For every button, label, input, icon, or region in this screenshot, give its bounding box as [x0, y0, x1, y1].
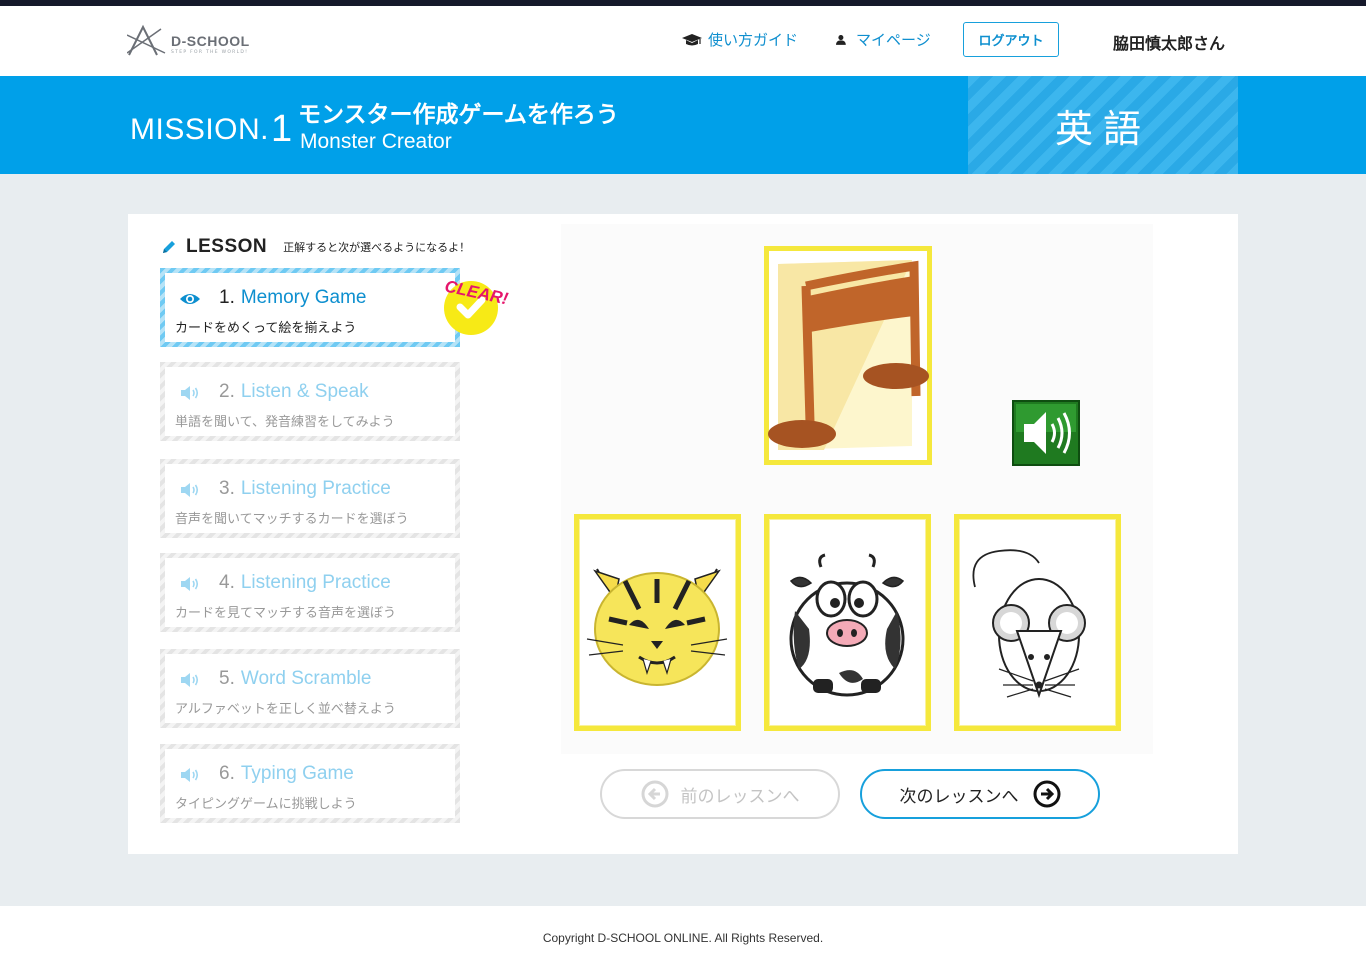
prev-lesson-button[interactable]: 前のレッスンへ: [600, 769, 840, 819]
logout-button[interactable]: ログアウト: [963, 22, 1059, 57]
cow-icon: [789, 553, 905, 697]
lesson-desc: タイピングゲームに挑戦しよう: [175, 797, 357, 812]
user-icon: [836, 34, 846, 45]
question-card: [764, 246, 932, 465]
subject-label: 英語: [968, 76, 1238, 174]
username: 脇田慎太郎さん: [1113, 34, 1226, 53]
prev-lesson-label: 前のレッスンへ: [680, 786, 800, 807]
speaker-icon: [181, 386, 199, 400]
arrow-right-circle-icon: [1033, 780, 1060, 808]
lesson-name: Word Scramble: [240, 668, 372, 689]
nav-guide-link[interactable]: 使い方ガイド: [682, 29, 798, 50]
lesson-item-1[interactable]: 1. Memory Game カードをめくって絵を揃えよう: [160, 268, 460, 347]
music-note-icon: [764, 246, 932, 465]
next-lesson-label: 次のレッスンへ: [899, 786, 1019, 807]
choice-card-cow[interactable]: [764, 514, 931, 731]
lesson-desc: カードを見てマッチする音声を選ぼう: [175, 606, 397, 621]
mission-subtitle: Monster Creator: [300, 130, 452, 153]
choice-card-tiger[interactable]: [574, 514, 741, 731]
lesson-title: 3. Listening Practice: [219, 478, 391, 500]
nav-mypage-label: マイページ: [856, 31, 931, 49]
mouse-icon: [972, 549, 1086, 699]
lesson-number: 5.: [219, 668, 235, 689]
lesson-item-6[interactable]: 6. Typing Game タイピングゲームに挑戦しよう: [160, 744, 460, 823]
mission-label: MISSION.1: [130, 106, 293, 150]
lesson-name: Listening Practice: [240, 478, 391, 499]
logo[interactable]: D-SCHOOL STEP FOR THE WORLD!: [127, 23, 273, 59]
lesson-number: 1.: [219, 287, 235, 308]
next-lesson-button[interactable]: 次のレッスンへ: [860, 769, 1100, 819]
lesson-name: Typing Game: [240, 763, 354, 784]
lesson-item-3[interactable]: 3. Listening Practice 音声を聞いてマッチするカードを選ぼう: [160, 459, 460, 538]
lesson-desc: 単語を聞いて、発音練習をしてみよう: [175, 415, 395, 430]
lesson-title: 6. Typing Game: [219, 763, 354, 785]
eye-icon: [180, 294, 200, 304]
lesson-item-5[interactable]: 5. Word Scramble アルファベットを正しく並べ替えよう: [160, 649, 460, 728]
lesson-desc: 音声を聞いてマッチするカードを選ぼう: [175, 512, 409, 527]
logo-tagline: STEP FOR THE WORLD!: [171, 50, 249, 55]
pencil-icon: [163, 241, 175, 253]
speaker-icon: [181, 673, 199, 687]
mission-prefix: MISSION.: [130, 113, 270, 146]
graduation-cap-icon: [682, 33, 702, 45]
site-footer: Copyright D-SCHOOL ONLINE. All Rights Re…: [0, 906, 1366, 969]
mission-title: モンスター作成ゲームを作ろう: [298, 102, 619, 128]
lesson-item-4[interactable]: 4. Listening Practice カードを見てマッチする音声を選ぼう: [160, 553, 460, 632]
lesson-title: 2. Listen & Speak: [219, 381, 369, 403]
lesson-name: Memory Game: [240, 287, 367, 308]
copyright-text: Copyright D-SCHOOL ONLINE. All Rights Re…: [542, 930, 824, 945]
speaker-icon: [181, 577, 199, 591]
speaker-icon: [181, 768, 199, 782]
logo-text: D-SCHOOL: [171, 33, 250, 49]
lesson-heading-label: LESSON: [186, 236, 268, 257]
mission-banner: MISSION.1 モンスター作成ゲームを作ろう Monster Creator…: [0, 76, 1366, 174]
lesson-heading: LESSON 正解すると次が選べるようになるよ！: [161, 236, 470, 258]
play-sound-button[interactable]: [1012, 400, 1080, 466]
lesson-title: 5. Word Scramble: [219, 668, 371, 690]
clear-badge: CLEAR!: [443, 277, 510, 335]
arrow-left-circle-icon: [641, 780, 668, 808]
lesson-title: 4. Listening Practice: [219, 572, 391, 594]
nav-guide-label: 使い方ガイド: [708, 31, 799, 49]
lesson-name: Listening Practice: [240, 572, 391, 593]
lesson-number: 3.: [219, 478, 235, 499]
lesson-card: LESSON 正解すると次が選べるようになるよ！ 1. Memory Game カ…: [128, 214, 1238, 854]
lesson-number: 4.: [219, 572, 235, 593]
mission-number: 1: [271, 108, 293, 150]
lesson-desc: アルファベットを正しく並べ替えよう: [175, 702, 396, 717]
speaker-icon: [181, 483, 199, 497]
lesson-hint: 正解すると次が選べるようになるよ！: [283, 241, 471, 254]
choice-card-mouse[interactable]: [954, 514, 1121, 731]
nav-mypage-link[interactable]: マイページ: [836, 29, 931, 50]
lesson-item-2[interactable]: 2. Listen & Speak 単語を聞いて、発音練習をしてみよう: [160, 362, 460, 441]
lesson-desc: カードをめくって絵を揃えよう: [175, 321, 357, 336]
logo-mark-icon: [127, 24, 166, 56]
lesson-number: 2.: [219, 381, 235, 402]
lesson-name: Listen & Speak: [240, 381, 369, 402]
lesson-number: 6.: [219, 763, 235, 784]
tiger-icon: [586, 568, 728, 686]
lesson-title: 1. Memory Game: [219, 287, 367, 309]
site-header: D-SCHOOL STEP FOR THE WORLD! 使い方ガイド マイペー…: [0, 6, 1366, 76]
